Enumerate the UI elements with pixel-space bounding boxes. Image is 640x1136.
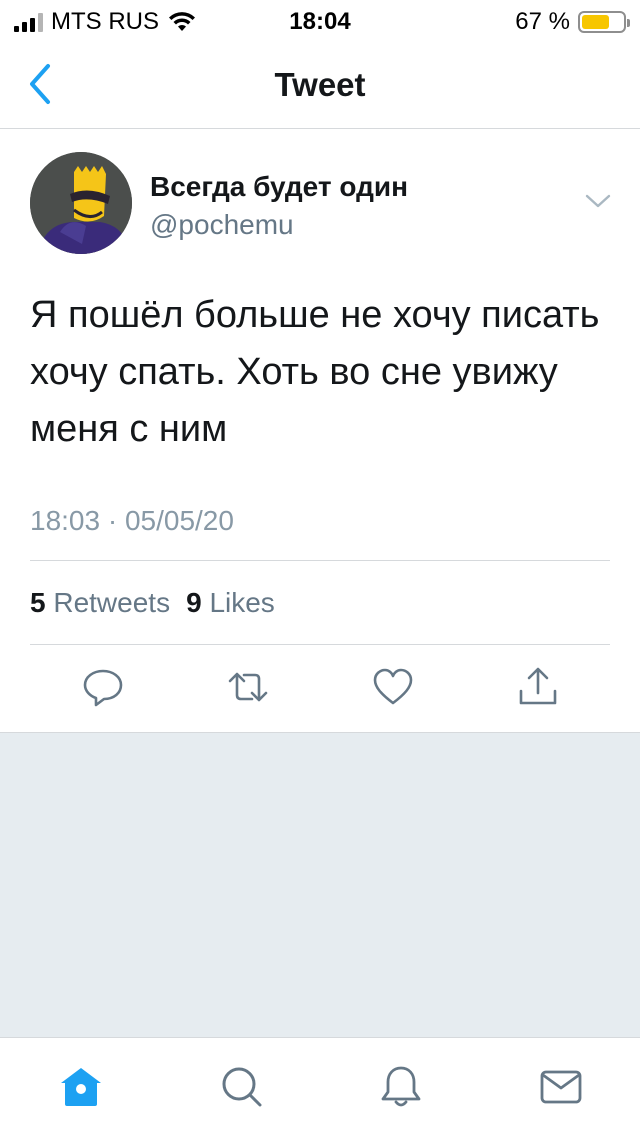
retweets-label: Retweets bbox=[53, 587, 171, 618]
home-icon bbox=[61, 1068, 101, 1106]
author-name[interactable]: Всегда будет один bbox=[150, 171, 408, 203]
likes-stat[interactable]: 9 Likes bbox=[186, 587, 275, 619]
like-icon bbox=[373, 668, 413, 705]
retweet-button[interactable] bbox=[226, 665, 270, 709]
page-title: Tweet bbox=[274, 66, 366, 103]
search-icon bbox=[222, 1067, 262, 1107]
tweet-stats: 5 Retweets 9 Likes bbox=[30, 587, 275, 619]
tab-messages[interactable] bbox=[538, 1064, 584, 1110]
likes-count: 9 bbox=[186, 587, 202, 618]
messages-icon bbox=[540, 1070, 582, 1104]
battery-icon bbox=[578, 11, 630, 33]
share-button[interactable] bbox=[516, 665, 560, 709]
battery-percent: 67 % bbox=[515, 8, 570, 35]
tab-home[interactable] bbox=[58, 1064, 104, 1110]
tab-notifications[interactable] bbox=[378, 1064, 424, 1110]
avatar-image-icon bbox=[30, 152, 132, 254]
divider bbox=[30, 560, 610, 561]
tweet-actions bbox=[0, 665, 640, 715]
status-bar: MTS RUS 18:04 67 % bbox=[0, 0, 640, 40]
likes-label: Likes bbox=[209, 587, 275, 618]
like-button[interactable] bbox=[371, 665, 415, 709]
battery-fill bbox=[582, 15, 609, 29]
tweet-timestamp: 18:03 · 05/05/20 bbox=[30, 505, 234, 536]
retweets-stat[interactable]: 5 Retweets bbox=[30, 587, 170, 619]
nav-bar: Tweet bbox=[0, 40, 640, 129]
tweet-text: Я пошёл больше не хочу писать хочу спать… bbox=[30, 294, 600, 450]
replies-area bbox=[0, 733, 640, 1037]
retweet-icon bbox=[228, 672, 268, 702]
reply-icon bbox=[83, 669, 123, 707]
tab-search[interactable] bbox=[218, 1064, 264, 1110]
reply-button[interactable] bbox=[81, 665, 125, 709]
share-icon bbox=[519, 667, 557, 705]
tweet-detail: Всегда будет один @pochemu Я пошёл больш… bbox=[0, 129, 640, 733]
tab-bar bbox=[0, 1037, 640, 1136]
chevron-down-icon bbox=[585, 194, 611, 208]
retweets-count: 5 bbox=[30, 587, 46, 618]
avatar[interactable] bbox=[30, 152, 132, 254]
tweet-options-button[interactable] bbox=[584, 191, 612, 211]
status-right: 67 % bbox=[515, 8, 630, 36]
author-handle[interactable]: @pochemu bbox=[150, 209, 294, 241]
divider bbox=[30, 644, 610, 645]
notifications-icon bbox=[381, 1066, 421, 1107]
